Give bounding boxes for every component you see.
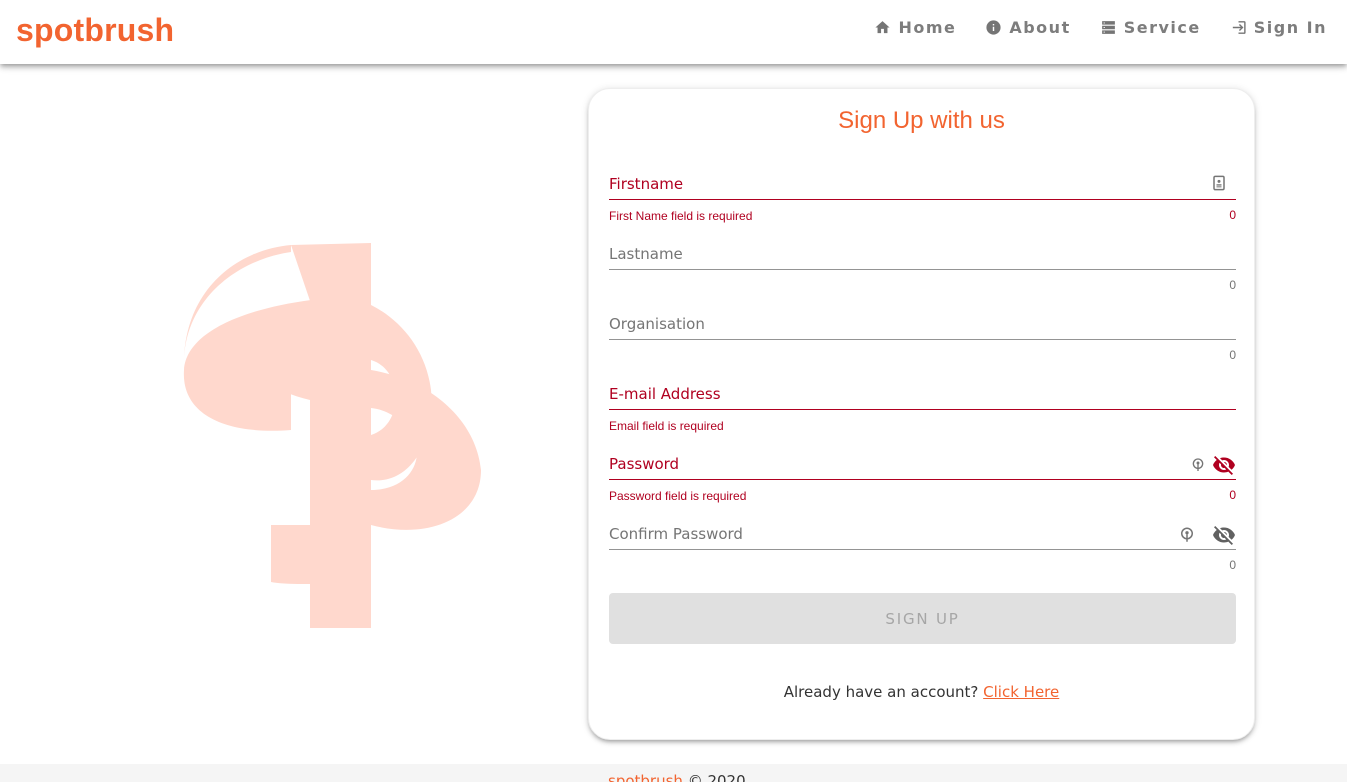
password-underline xyxy=(609,479,1236,480)
confirm-password-label: Confirm Password xyxy=(609,525,743,543)
firstname-icons xyxy=(1209,173,1236,193)
password-label: Password xyxy=(609,455,680,473)
confirm-password-underline xyxy=(609,549,1236,550)
visibility-off-icon[interactable] xyxy=(1212,453,1236,477)
nav-menu: Home About Service Sign In xyxy=(845,18,1327,37)
organisation-counter: 0 xyxy=(1229,348,1236,362)
firstname-underline xyxy=(609,199,1236,200)
organisation-underline xyxy=(609,339,1236,340)
signin-prompt: Already have an account? xyxy=(783,683,979,701)
info-icon xyxy=(986,20,1001,35)
lastname-label: Lastname xyxy=(609,245,683,263)
badge-icon xyxy=(1213,175,1225,191)
nav-home-label: Home xyxy=(898,18,957,37)
brand-logo[interactable]: spotbrush xyxy=(16,12,174,49)
email-label: E-mail Address xyxy=(609,385,721,403)
firstname-error: First Name field is required xyxy=(609,209,753,223)
nav-service-label: Service xyxy=(1123,18,1201,37)
email-error: Email field is required xyxy=(609,419,724,433)
key-icon[interactable] xyxy=(1190,457,1206,473)
password-counter: 0 xyxy=(1229,488,1236,502)
signup-card: Sign Up with us Firstname First Name fie… xyxy=(588,88,1255,740)
confirm-password-icons xyxy=(1178,523,1236,547)
login-icon xyxy=(1232,21,1246,34)
nav-about[interactable]: About xyxy=(985,18,1070,37)
signin-link[interactable]: Click Here xyxy=(983,683,1059,701)
nav-sign-in[interactable]: Sign In xyxy=(1230,18,1327,37)
key-icon[interactable] xyxy=(1178,526,1196,544)
organisation-label: Organisation xyxy=(609,315,705,333)
lastname-underline xyxy=(609,269,1236,270)
footer-copyright: © 2020 xyxy=(687,772,746,782)
confirm-password-counter: 0 xyxy=(1229,558,1236,572)
email-underline xyxy=(609,409,1236,410)
nav-service[interactable]: Service xyxy=(1100,18,1201,37)
brand-mark-illustration xyxy=(183,243,481,628)
footer: spotbrush © 2020 xyxy=(0,764,1347,782)
nav-home[interactable]: Home xyxy=(874,18,956,37)
home-icon xyxy=(875,21,891,34)
footer-brand-link[interactable]: spotbrush xyxy=(608,772,683,782)
password-icons xyxy=(1190,453,1236,477)
nav-sign-in-label: Sign In xyxy=(1253,18,1327,37)
firstname-counter: 0 xyxy=(1229,208,1236,222)
nav-about-label: About xyxy=(1009,18,1071,37)
footer-text: spotbrush © 2020 xyxy=(608,772,746,782)
app-bar: spotbrush Home About Service Sign In xyxy=(0,0,1347,64)
password-error: Password field is required xyxy=(609,489,747,503)
server-icon xyxy=(1101,21,1115,34)
card-title: Sign Up with us xyxy=(838,107,1005,134)
signin-prompt-row: Already have an account? Click Here xyxy=(589,683,1254,701)
lastname-counter: 0 xyxy=(1229,278,1236,292)
firstname-label: Firstname xyxy=(609,175,684,193)
visibility-off-icon[interactable] xyxy=(1212,523,1236,547)
signup-button[interactable]: SIGN UP xyxy=(609,593,1236,644)
